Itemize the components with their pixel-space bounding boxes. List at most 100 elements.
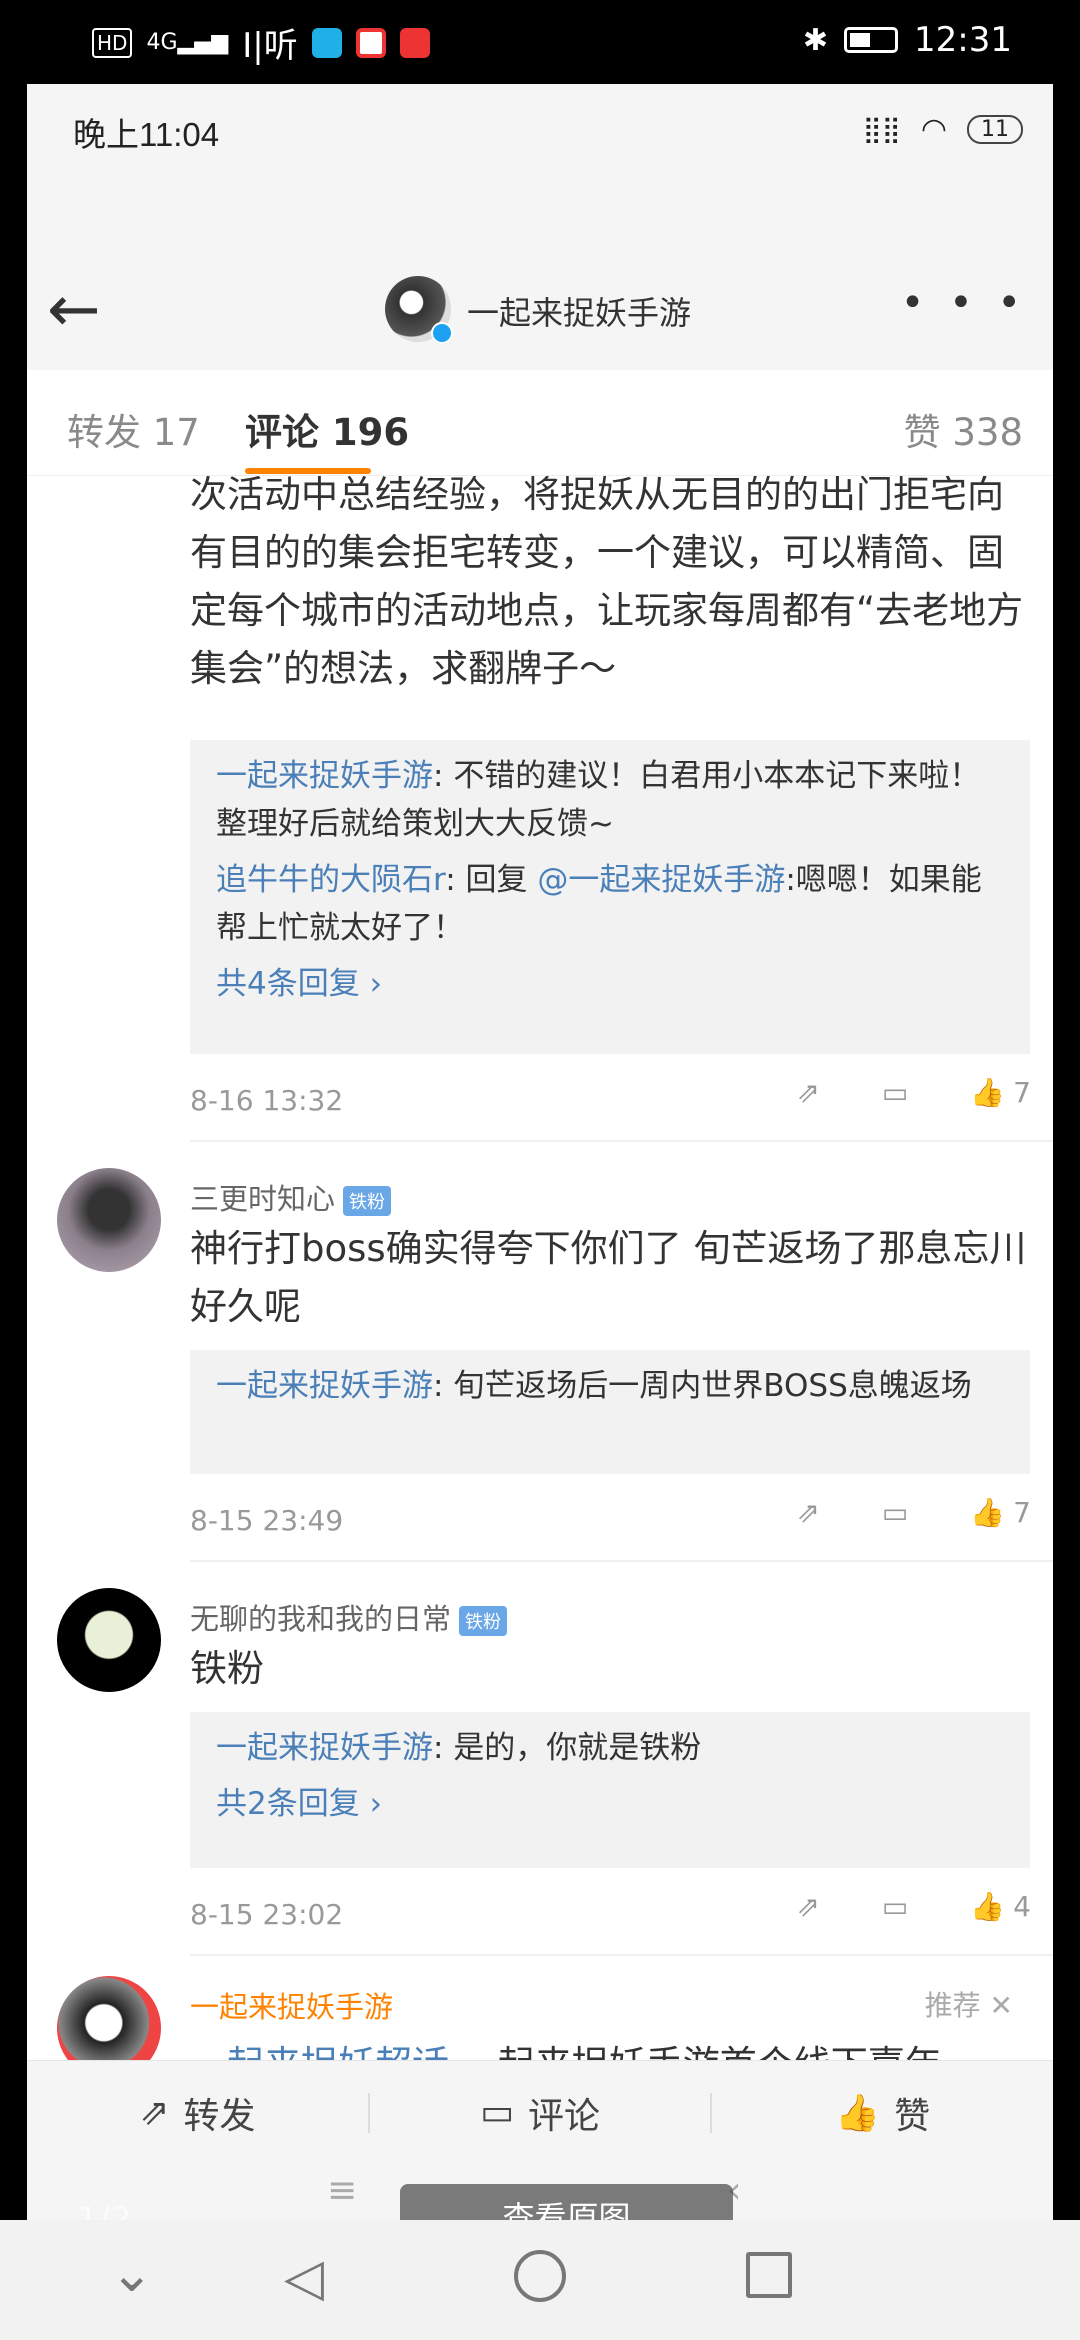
like-count: 7 [1013, 1496, 1031, 1529]
reply-sep: : [433, 1368, 454, 1404]
reply-icon[interactable]: ▭ [882, 1076, 908, 1109]
reply-sep: : [433, 1730, 454, 1766]
tab-active-indicator [245, 468, 371, 474]
comment-time: 8-15 23:02 [190, 1898, 344, 1931]
comment-button[interactable]: ▭ 评论 [370, 2061, 711, 2164]
like-button[interactable]: 👍 赞 [712, 2061, 1053, 2164]
like-icon[interactable]: 👍 7 [970, 1496, 1031, 1529]
hd-icon: HD [92, 27, 133, 58]
home-icon[interactable] [514, 2250, 566, 2302]
reply-sep: : 回复 [445, 862, 538, 898]
user-name-row: 三更时知心 铁粉 [190, 1176, 392, 1218]
reply-mention[interactable]: @一起来捉妖手游 [537, 862, 785, 898]
supertopic-link[interactable]: 一起来捉妖超话 [190, 2043, 449, 2060]
ting-icon: I|听 [242, 26, 298, 66]
like-count: 7 [1013, 1076, 1031, 1109]
comment-text: 次活动中总结经验，将捉妖从无目的的出门拒宅向有目的的集会拒宅转变，一个建议，可以… [190, 476, 1024, 690]
user-avatar[interactable] [57, 1588, 161, 1692]
like-icon[interactable]: 👍 7 [970, 1076, 1031, 1109]
fan-badge: 铁粉 [459, 1606, 508, 1636]
reply-author[interactable]: 一起来捉妖手游 [216, 1730, 433, 1766]
tab-comment[interactable]: 评论 196 [245, 402, 409, 456]
like-label: 赞 [894, 2095, 931, 2137]
nav-header: ← 一起来捉妖手游 • • • [27, 180, 1053, 370]
clock: 12:31 [914, 20, 1012, 60]
comment-actions: ⇗ ▭ 👍 7 [796, 1496, 1031, 1529]
reply-icon[interactable]: ▭ [882, 1496, 908, 1529]
divider [190, 1954, 1053, 1956]
recommend-tag[interactable]: 推荐 ✕ [925, 1984, 1013, 2024]
user-name[interactable]: 三更时知心 [190, 1182, 335, 1216]
comment-time: 8-15 23:49 [190, 1504, 344, 1537]
user-name-row: 无聊的我和我的日常 铁粉 [190, 1596, 508, 1638]
inner-status-bar: 晚上11:04 ⣿⣿ ◠ 11 [27, 84, 1053, 180]
view-original-button[interactable]: 查看原图 [400, 2184, 733, 2220]
like-icon[interactable]: 👍 4 [970, 1890, 1031, 1923]
reply-author[interactable]: 一起来捉妖手游 [216, 758, 433, 794]
reply-author[interactable]: 一起来捉妖手游 [216, 1368, 433, 1404]
like-count: 4 [1013, 1890, 1031, 1923]
comment-text: 神行打boss确实得夸下你们了 旬芒返场了那息忘川好久呢 [190, 1227, 1027, 1328]
battery-icon: 11 [967, 115, 1023, 144]
user-avatar[interactable] [57, 1976, 161, 2060]
inner-status-icons: ⣿⣿ ◠ 11 [863, 112, 1023, 147]
page-title[interactable]: 一起来捉妖手游 [467, 288, 691, 334]
share-icon[interactable]: ⇗ [796, 1890, 819, 1923]
verified-icon [431, 322, 453, 344]
reply-box[interactable]: 一起来捉妖手游: 是的，你就是铁粉 共2条回复 › [190, 1712, 1030, 1868]
bluetooth-icon: ✱ [802, 22, 829, 58]
signal-icon: ⣿⣿ [862, 114, 901, 145]
fan-badge: 铁粉 [343, 1186, 392, 1216]
reply-icon[interactable]: ▭ [882, 1890, 908, 1923]
screenshot-frame: 晚上11:04 ⣿⣿ ◠ 11 ← 一起来捉妖手游 • • • 转发 17 评论… [27, 84, 1053, 2220]
share-icon[interactable]: ⇗ [796, 1076, 819, 1109]
comment-label: 评论 [528, 2095, 601, 2137]
nav-back-icon[interactable]: ◁ [284, 2248, 324, 2308]
user-avatar[interactable] [57, 1168, 161, 1272]
reply-text: 是的，你就是铁粉 [453, 1730, 702, 1766]
tab-like[interactable]: 赞 338 [904, 402, 1023, 456]
collapse-icon[interactable]: ⌄ [110, 2244, 154, 2304]
status-icons-left: HD 4G▂▄▆ I|听 [92, 18, 430, 67]
system-nav-bar: ⌄ ◁ [0, 2220, 1080, 2340]
repost-button[interactable]: ⇗ 转发 [27, 2061, 368, 2164]
divider [190, 1140, 1053, 1142]
share-icon[interactable]: ⇗ [796, 1496, 819, 1529]
comment-actions: ⇗ ▭ 👍 7 [796, 1076, 1031, 1109]
reply-box[interactable]: 一起来捉妖手游: 不错的建议！白君用小本本记下来啦！整理好后就给策划大大反馈~ … [190, 740, 1030, 1054]
comment-list: 次活动中总结经验，将捉妖从无目的的出门拒宅向有目的的集会拒宅转变，一个建议，可以… [27, 476, 1053, 2060]
back-arrow-icon[interactable]: ← [47, 270, 127, 350]
comment-text: 铁粉 [190, 1647, 264, 1690]
more-replies-link[interactable]: 共2条回复 › [216, 1780, 1004, 1828]
status-icons-right: ✱ 12:31 [803, 20, 1012, 60]
user-name[interactable]: 无聊的我和我的日常 [190, 1602, 451, 1636]
comment-body: 一起来捉妖手游首个线下嘉年 [449, 2043, 942, 2060]
reply-box[interactable]: 一起来捉妖手游: 旬芒返场后一周内世界BOSS息魄返场 [190, 1350, 1030, 1474]
tab-repost[interactable]: 转发 17 [67, 402, 200, 456]
reply-author[interactable]: 追牛牛的大陨石r [216, 862, 445, 898]
reply-sep: : [433, 758, 454, 794]
bottom-action-bar: ⇗ 转发 ▭ 评论 👍 赞 [27, 2060, 1053, 2164]
menu-icon[interactable]: ≡ [327, 2170, 357, 2211]
inner-clock: 晚上11:04 [73, 116, 220, 153]
app-icon [311, 27, 342, 58]
comment-text: 一起来捉妖超话 一起来捉妖手游首个线下嘉年 [190, 2036, 1050, 2060]
comment-tabs: 转发 17 评论 196 赞 338 [27, 370, 1053, 476]
comment-icon: ▭ [479, 2092, 514, 2133]
wifi-icon: ◠ [920, 112, 947, 147]
more-replies-link[interactable]: 共4条回复 › [216, 960, 1004, 1008]
map-icon [355, 27, 386, 58]
image-pager: 1/2 [77, 2200, 132, 2220]
user-name[interactable]: 一起来捉妖手游 [190, 1984, 393, 2026]
calendar-icon [399, 27, 430, 58]
status-bar: HD 4G▂▄▆ I|听 ✱ 12:31 [0, 0, 1080, 84]
recommend-label: 推荐 [924, 1989, 981, 2022]
more-icon[interactable]: • • • [901, 280, 1027, 326]
battery-icon [844, 27, 899, 53]
divider [190, 1560, 1053, 1562]
signal-icon: 4G▂▄▆ [146, 30, 229, 55]
reply-text: 旬芒返场后一周内世界BOSS息魄返场 [453, 1368, 972, 1404]
recents-icon[interactable] [746, 2252, 792, 2298]
comment-actions: ⇗ ▭ 👍 4 [796, 1890, 1031, 1923]
comment-time: 8-16 13:32 [190, 1084, 344, 1117]
